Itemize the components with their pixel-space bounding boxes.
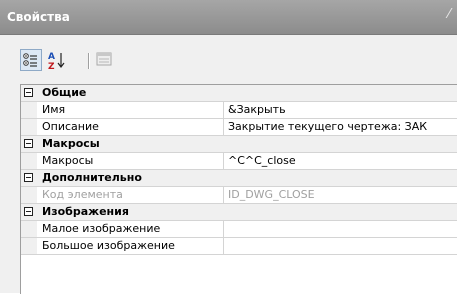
categorized-icon (23, 53, 37, 67)
property-row-macro[interactable]: Макросы ^C^C_close (21, 153, 457, 170)
toolbar: A Z (20, 43, 457, 75)
window-title: Свойства (7, 10, 70, 24)
property-row-large-image[interactable]: Большое изображение (21, 238, 457, 255)
property-value[interactable]: ^C^C_close (228, 154, 456, 167)
category-label: Изображения (42, 205, 129, 218)
column-divider[interactable] (223, 119, 224, 135)
collapse-icon[interactable] (24, 207, 33, 216)
row-gutter (21, 238, 37, 254)
toolbar-separator (88, 53, 90, 69)
category-macros[interactable]: Макросы (21, 136, 457, 153)
property-row-element-id[interactable]: Код элемента ID_DWG_CLOSE (21, 187, 457, 204)
property-grid: Общие Имя &Закрыть Описание Закрытие тек… (20, 84, 457, 294)
property-name: Макросы (42, 154, 94, 167)
sort-alphabetical-button[interactable]: A Z (46, 49, 68, 72)
property-name: Описание (42, 120, 99, 133)
property-value[interactable]: &Закрыть (228, 103, 456, 116)
category-label: Дополнительно (42, 171, 142, 184)
column-divider[interactable] (223, 238, 224, 254)
column-divider[interactable] (223, 102, 224, 118)
sort-az-icon: A Z (48, 52, 65, 72)
property-name: Малое изображение (42, 222, 161, 235)
category-images[interactable]: Изображения (21, 204, 457, 221)
category-general[interactable]: Общие (21, 85, 457, 102)
property-value[interactable]: Закрытие текущего чертежа: ЗАК (228, 120, 456, 133)
category-label: Макросы (42, 137, 100, 150)
property-row-name[interactable]: Имя &Закрыть (21, 102, 457, 119)
property-value: ID_DWG_CLOSE (228, 188, 315, 201)
property-row-description[interactable]: Описание Закрытие текущего чертежа: ЗАК (21, 119, 457, 136)
collapse-icon[interactable] (24, 88, 33, 97)
svg-text:Z: Z (48, 62, 55, 71)
property-pages-icon (96, 52, 112, 66)
collapse-icon[interactable] (24, 139, 33, 148)
collapse-icon[interactable]: ⁄ (448, 8, 457, 21)
title-bar[interactable]: Свойства ⁄ (0, 0, 457, 35)
category-advanced[interactable]: Дополнительно (21, 170, 457, 187)
row-gutter (21, 153, 37, 169)
collapse-icon[interactable] (24, 173, 33, 182)
property-pages-button[interactable] (94, 49, 116, 71)
svg-text:A: A (48, 52, 55, 62)
row-gutter (21, 221, 37, 237)
property-name: Код элемента (42, 188, 123, 201)
property-name: Большое изображение (42, 239, 175, 252)
property-row-small-image[interactable]: Малое изображение (21, 221, 457, 238)
column-divider[interactable] (223, 187, 224, 203)
column-divider[interactable] (223, 153, 224, 169)
row-gutter (21, 102, 37, 118)
row-gutter (21, 119, 37, 135)
property-name: Имя (42, 103, 66, 116)
column-divider[interactable] (223, 221, 224, 237)
category-label: Общие (42, 86, 87, 99)
categorized-button[interactable] (20, 49, 42, 71)
row-gutter (21, 187, 37, 203)
